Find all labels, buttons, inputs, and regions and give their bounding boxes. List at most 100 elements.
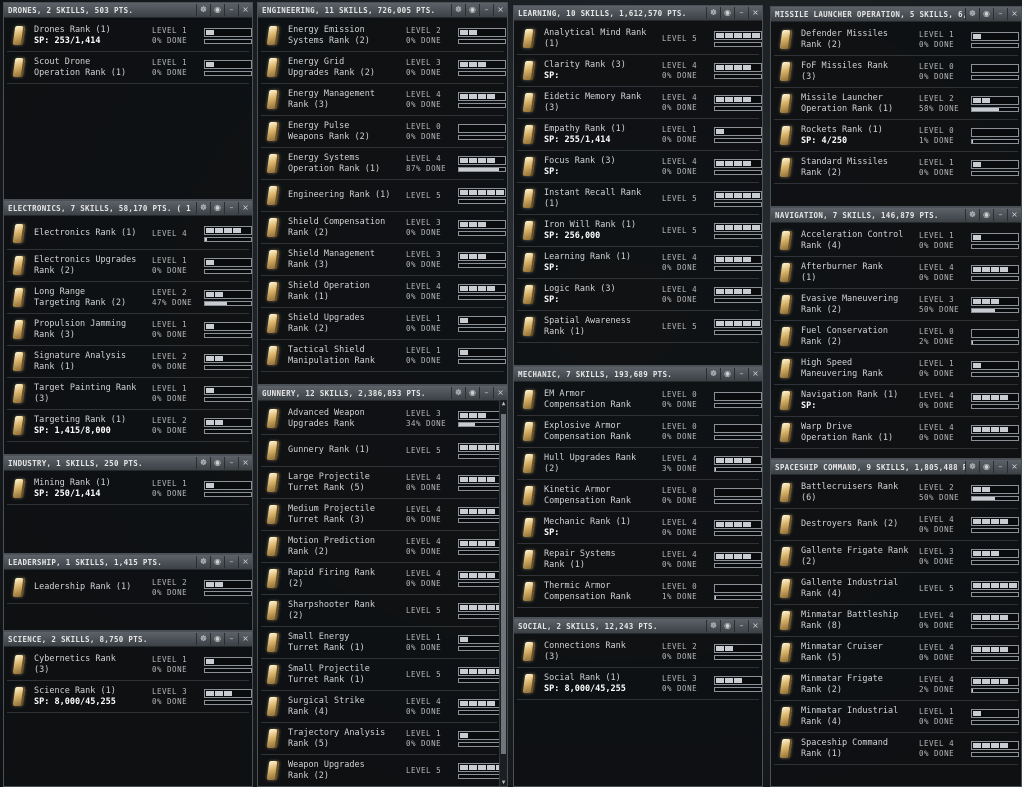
pin-icon[interactable]: ☸	[196, 633, 210, 645]
skill-row[interactable]: Motion Prediction Rank (2) LEVEL 4 0% DONE	[261, 531, 506, 563]
skill-row[interactable]: Energy Management Rank (3) LEVEL 4 0% DONE	[261, 84, 506, 116]
pin-icon[interactable]: ☸	[451, 387, 465, 399]
skill-row[interactable]: Standard Missiles Rank (2) LEVEL 1 0% DONE	[774, 152, 1019, 184]
minimize-to-stack-icon[interactable]: ◉	[210, 633, 224, 645]
close-icon[interactable]: ×	[238, 556, 252, 568]
skill-row[interactable]: Large Projectile Turret Rank (5) LEVEL 4 0%…	[261, 467, 506, 499]
minimize-icon[interactable]: –	[993, 461, 1007, 473]
window-header[interactable]: LEARNING, 10 SKILLS, 1,612,570 PTS. ☸ ◉ – ×	[514, 6, 762, 21]
skill-row[interactable]: Electronics Upgrades Rank (2) LEVEL 1 0% DO…	[7, 250, 252, 282]
skill-row[interactable]: Focus Rank (3) SP: LEVEL 4 0% DONE	[517, 151, 762, 183]
pin-icon[interactable]: ☸	[451, 4, 465, 16]
scroll-thumb[interactable]	[501, 414, 506, 754]
minimize-icon[interactable]: –	[224, 202, 238, 214]
skill-row[interactable]: Destroyers Rank (2) LEVEL 4 0% DONE	[774, 509, 1019, 541]
window-header[interactable]: NAVIGATION, 7 SKILLS, 146,879 PTS. ☸ ◉ – ×	[771, 208, 1021, 223]
skill-row[interactable]: Trajectory Analysis Rank (5) LEVEL 1 0% DON…	[261, 723, 506, 755]
skill-row[interactable]: Engineering Rank (1) LEVEL 5	[261, 180, 506, 212]
skill-row[interactable]: Scout Drone Operation Rank (1) LEVEL 1 0% D…	[7, 52, 252, 84]
close-icon[interactable]: ×	[748, 7, 762, 19]
skill-row[interactable]: Minmatar Battleship Rank (8) LEVEL 4 0% DON…	[774, 605, 1019, 637]
skill-row[interactable]: Gunnery Rank (1) LEVEL 5	[261, 435, 506, 467]
skill-row[interactable]: Connections Rank (3) LEVEL 2 0% DONE	[517, 636, 762, 668]
close-icon[interactable]: ×	[493, 387, 507, 399]
minimize-icon[interactable]: –	[993, 8, 1007, 20]
skill-row[interactable]: Logic Rank (3) SP: LEVEL 4 0% DONE	[517, 279, 762, 311]
skill-row[interactable]: Empathy Rank (1) SP: 255/1,414 LEVEL 1 0% D…	[517, 119, 762, 151]
window-header[interactable]: GUNNERY, 12 SKILLS, 2,386,853 PTS. ☸ ◉ – ×	[258, 386, 507, 401]
skill-row[interactable]: Fuel Conservation Rank (2) LEVEL 0 2% DONE	[774, 321, 1019, 353]
skill-row[interactable]: Shield Upgrades Rank (2) LEVEL 1 0% DONE	[261, 308, 506, 340]
pin-icon[interactable]: ☸	[965, 8, 979, 20]
skill-row[interactable]: Explosive Armor Compensation Rank LEVEL 00…	[517, 416, 762, 448]
skill-window-learning[interactable]: LEARNING, 10 SKILLS, 1,612,570 PTS. ☸ ◉ – × A…	[513, 5, 763, 366]
minimize-to-stack-icon[interactable]: ◉	[979, 461, 993, 473]
skill-row[interactable]: Leadership Rank (1) LEVEL 2 0% DONE	[7, 572, 252, 604]
skill-row[interactable]: Gallente Frigate Rank (2) LEVEL 3 0% DONE	[774, 541, 1019, 573]
pin-icon[interactable]: ☸	[196, 457, 210, 469]
skill-row[interactable]: Instant Recall Rank (1) LEVEL 5	[517, 183, 762, 215]
scroll-down-icon[interactable]: ▼	[500, 779, 507, 786]
pin-icon[interactable]: ☸	[196, 202, 210, 214]
window-header[interactable]: DRONES, 2 SKILLS, 503 PTS. ☸ ◉ – ×	[4, 3, 252, 18]
skill-window-navigation[interactable]: NAVIGATION, 7 SKILLS, 146,879 PTS. ☸ ◉ – × Ac…	[770, 207, 1022, 459]
minimize-icon[interactable]: –	[993, 209, 1007, 221]
minimize-to-stack-icon[interactable]: ◉	[465, 4, 479, 16]
window-header[interactable]: MISSILE LAUNCHER OPERATION, 5 SKILLS, 6,…	[771, 7, 1021, 22]
skill-row[interactable]: Acceleration Control Rank (4) LEVEL 1 0% DO…	[774, 225, 1019, 257]
skill-row[interactable]: Defender Missiles Rank (2) LEVEL 1 0% DONE	[774, 24, 1019, 56]
skill-row[interactable]: Shield Operation Rank (1) LEVEL 4 0% DONE	[261, 276, 506, 308]
skill-row[interactable]: Medium Projectile Turret Rank (3) LEVEL 40…	[261, 499, 506, 531]
close-icon[interactable]: ×	[1007, 209, 1021, 221]
skill-window-electronics[interactable]: ELECTRONICS, 7 SKILLS, 58,170 PTS. ( 1 I…	[3, 200, 253, 455]
skill-row[interactable]: High Speed Maneuvering Rank LEVEL 1 0% DONE	[774, 353, 1019, 385]
skill-window-gunnery[interactable]: GUNNERY, 12 SKILLS, 2,386,853 PTS. ☸ ◉ – × Ad…	[257, 385, 508, 787]
close-icon[interactable]: ×	[493, 4, 507, 16]
skill-row[interactable]: Evasive Maneuvering Rank (2) LEVEL 3 50% DO…	[774, 289, 1019, 321]
minimize-icon[interactable]: –	[224, 4, 238, 16]
skill-row[interactable]: Navigation Rank (1) SP: LEVEL 4 0% DONE	[774, 385, 1019, 417]
close-icon[interactable]: ×	[238, 457, 252, 469]
skill-row[interactable]: Shield Management Rank (3) LEVEL 3 0% DONE	[261, 244, 506, 276]
skill-row[interactable]: Energy Emission Systems Rank (2) LEVEL 2 0%…	[261, 20, 506, 52]
skill-row[interactable]: Warp Drive Operation Rank (1) LEVEL 4 0% DO…	[774, 417, 1019, 449]
skill-row[interactable]: Gallente Industrial Rank (4) LEVEL 5	[774, 573, 1019, 605]
skill-row[interactable]: Propulsion Jamming Rank (3) LEVEL 1 0% DONE	[7, 314, 252, 346]
window-header[interactable]: LEADERSHIP, 1 SKILLS, 1,415 PTS. ☸ ◉ – ×	[4, 555, 252, 570]
window-header[interactable]: SPACESHIP COMMAND, 9 SKILLS, 1,805,488 P…	[771, 460, 1021, 475]
skill-window-industry[interactable]: INDUSTRY, 1 SKILLS, 250 PTS. ☸ ◉ – × Mining R…	[3, 455, 253, 554]
skill-row[interactable]: Drones Rank (1) SP: 253/1,414 LEVEL 1 0% DO…	[7, 20, 252, 52]
skill-row[interactable]: Small Energy Turret Rank (1) LEVEL 1 0% DON…	[261, 627, 506, 659]
skill-row[interactable]: Hull Upgrades Rank (2) LEVEL 4 3% DONE	[517, 448, 762, 480]
scroll-up-icon[interactable]: ▲	[500, 400, 507, 407]
pin-icon[interactable]: ☸	[196, 4, 210, 16]
skill-window-mechanic[interactable]: MECHANIC, 7 SKILLS, 193,689 PTS. ☸ ◉ – × EM A…	[513, 366, 763, 618]
window-header[interactable]: ENGINEERING, 11 SKILLS, 726,005 PTS. ☸ ◉ – ×	[258, 3, 507, 18]
minimize-to-stack-icon[interactable]: ◉	[979, 8, 993, 20]
minimize-icon[interactable]: –	[734, 7, 748, 19]
skill-window-social[interactable]: SOCIAL, 2 SKILLS, 12,243 PTS. ☸ ◉ – × Connect…	[513, 618, 763, 787]
minimize-icon[interactable]: –	[224, 556, 238, 568]
minimize-to-stack-icon[interactable]: ◉	[210, 202, 224, 214]
skill-row[interactable]: Tactical Shield Manipulation Rank LEVEL 10…	[261, 340, 506, 372]
skill-row[interactable]: Shield Compensation Rank (2) LEVEL 3 0% DON…	[261, 212, 506, 244]
skill-row[interactable]: Advanced Weapon Upgrades Rank LEVEL 3 34% D…	[261, 403, 506, 435]
skill-row[interactable]: Sharpshooter Rank (2) LEVEL 5	[261, 595, 506, 627]
skill-row[interactable]: Targeting Rank (1) SP: 1,415/8,000 LEVEL 2…	[7, 410, 252, 442]
window-header[interactable]: MECHANIC, 7 SKILLS, 193,689 PTS. ☸ ◉ – ×	[514, 367, 762, 382]
pin-icon[interactable]: ☸	[706, 368, 720, 380]
pin-icon[interactable]: ☸	[706, 620, 720, 632]
minimize-to-stack-icon[interactable]: ◉	[979, 209, 993, 221]
skill-row[interactable]: Rockets Rank (1) SP: 4/250 LEVEL 0 1% DONE	[774, 120, 1019, 152]
minimize-to-stack-icon[interactable]: ◉	[210, 556, 224, 568]
skill-row[interactable]: Social Rank (1) SP: 8,000/45,255 LEVEL 3 0%…	[517, 668, 762, 700]
skill-row[interactable]: Minmatar Frigate Rank (2) LEVEL 4 2% DONE	[774, 669, 1019, 701]
skill-window-drones[interactable]: DRONES, 2 SKILLS, 503 PTS. ☸ ◉ – × Drones Ran…	[3, 2, 253, 200]
close-icon[interactable]: ×	[238, 633, 252, 645]
skill-row[interactable]: Spaceship Command Rank (1) LEVEL 4 0% DONE	[774, 733, 1019, 765]
skill-row[interactable]: Missile Launcher Operation Rank (1) LEVEL …	[774, 88, 1019, 120]
skill-window-science[interactable]: SCIENCE, 2 SKILLS, 8,750 PTS. ☸ ◉ – × Cyberne…	[3, 631, 253, 787]
pin-icon[interactable]: ☸	[706, 7, 720, 19]
skill-row[interactable]: Energy Systems Operation Rank (1) LEVEL 48…	[261, 148, 506, 180]
skill-row[interactable]: Signature Analysis Rank (1) LEVEL 2 0% DONE	[7, 346, 252, 378]
